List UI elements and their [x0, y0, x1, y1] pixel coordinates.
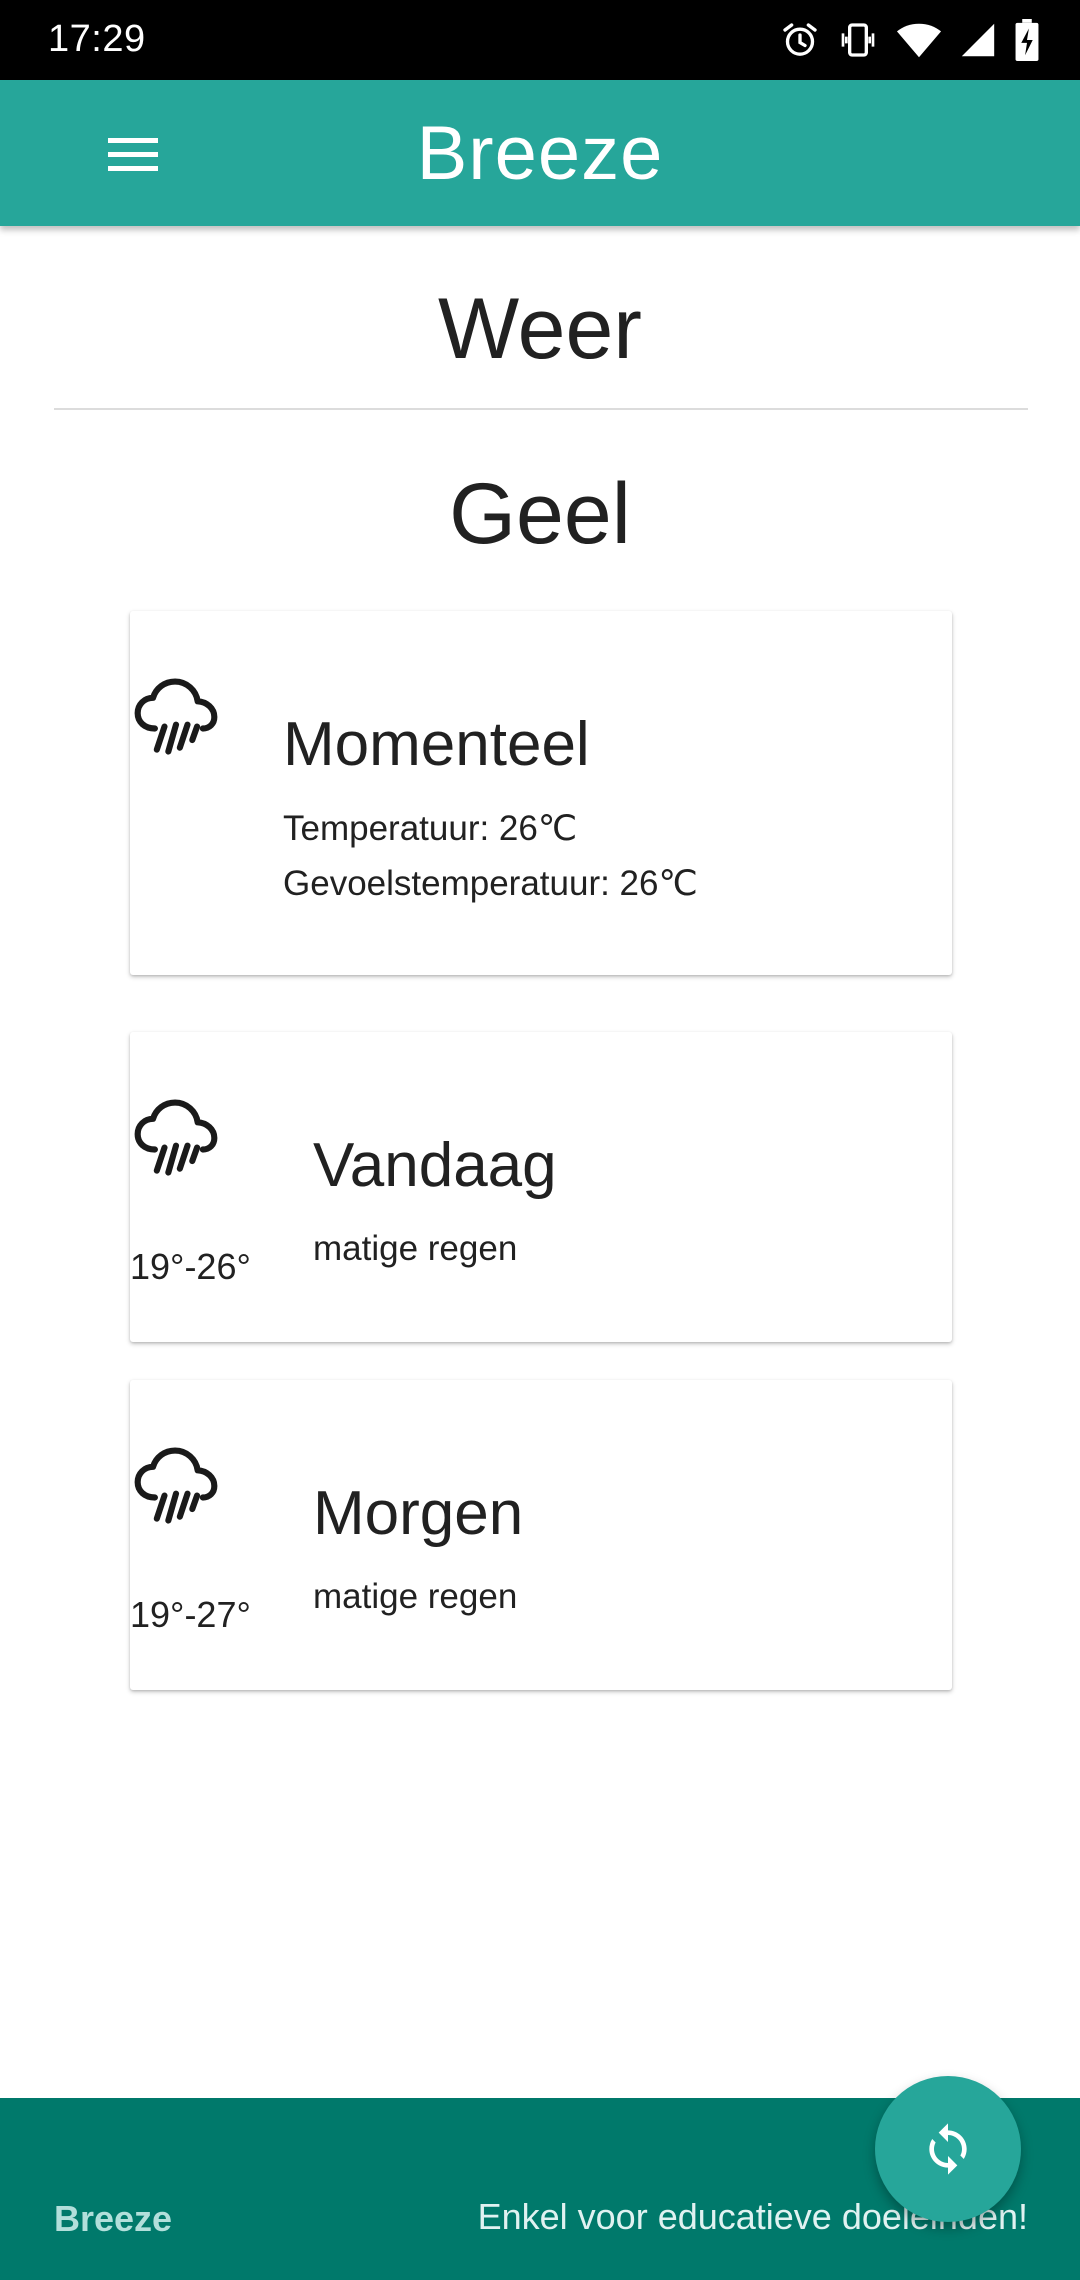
- vibrate-icon: [841, 23, 875, 57]
- today-forecast-card: 19°-26° Vandaag matige regen: [130, 1032, 952, 1342]
- rain-cloud-icon: [134, 1447, 218, 1524]
- divider: [54, 408, 1028, 410]
- signal-icon: [961, 23, 995, 57]
- weather-description: matige regen: [313, 1577, 518, 1616]
- temperature-text: Temperatuur: 26℃: [283, 809, 578, 848]
- wifi-icon: [896, 23, 942, 58]
- refresh-icon: [929, 2123, 967, 2175]
- tomorrow-forecast-card: 19°-27° Morgen matige regen: [130, 1380, 952, 1690]
- temperature-range: 19°-26°: [130, 1246, 251, 1287]
- alarm-icon: [783, 23, 817, 56]
- card-heading: Morgen: [313, 1479, 524, 1548]
- refresh-button[interactable]: [875, 2076, 1021, 2222]
- app-bar: Breeze: [0, 80, 1080, 226]
- rain-cloud-icon: [134, 678, 218, 755]
- weather-description: matige regen: [313, 1229, 518, 1268]
- card-heading: Vandaag: [313, 1131, 557, 1200]
- status-time: 17:29: [48, 18, 146, 60]
- temperature-range: 19°-27°: [130, 1594, 251, 1635]
- footer-brand: Breeze: [54, 2198, 173, 2239]
- city-name: Geel: [449, 466, 631, 562]
- status-bar: 17:29: [0, 0, 1080, 80]
- card-heading: Momenteel: [283, 710, 590, 779]
- page-title: Weer: [438, 281, 642, 377]
- app-title: Breeze: [416, 111, 664, 196]
- battery-charging-icon: [1015, 19, 1039, 61]
- current-weather-card: Momenteel Temperatuur: 26℃ Gevoelstemper…: [130, 611, 952, 975]
- status-icons: [780, 18, 1040, 62]
- rain-cloud-icon: [134, 1099, 218, 1176]
- feels-like-text: Gevoelstemperatuur: 26℃: [283, 864, 698, 903]
